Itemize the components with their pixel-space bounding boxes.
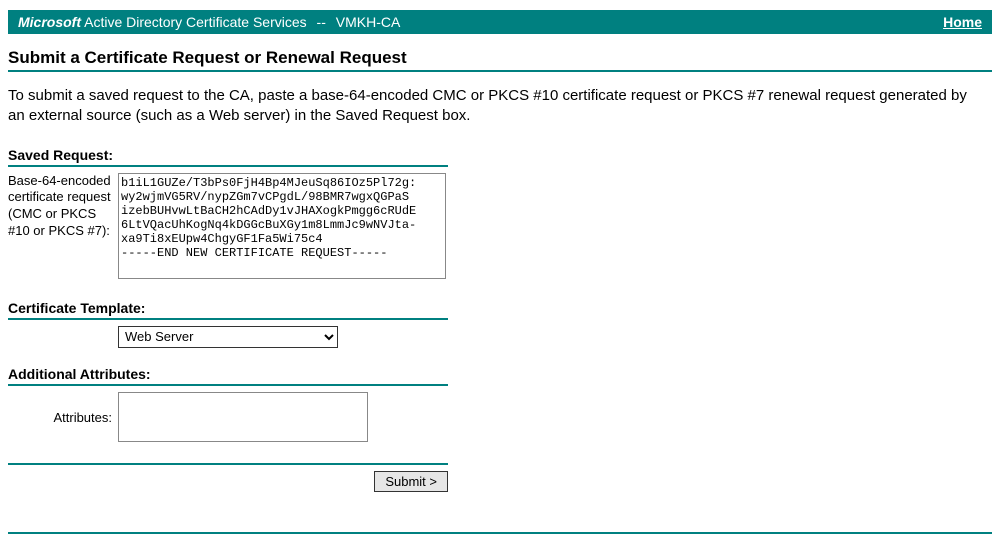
saved-request-textarea[interactable] xyxy=(118,173,446,279)
submit-button[interactable]: Submit > xyxy=(374,471,448,492)
additional-attributes-section: Additional Attributes: Attributes: xyxy=(8,366,448,445)
page-title: Submit a Certificate Request or Renewal … xyxy=(8,48,992,68)
certificate-template-select[interactable]: Web Server xyxy=(118,326,338,348)
header-separator: -- xyxy=(317,14,326,30)
attributes-label: Attributes: xyxy=(8,410,118,427)
certificate-template-section: Certificate Template: Web Server xyxy=(8,300,448,348)
submit-row: Submit > xyxy=(8,463,448,492)
home-link[interactable]: Home xyxy=(943,14,982,30)
saved-request-heading: Saved Request: xyxy=(8,147,448,167)
title-underline xyxy=(8,70,992,72)
brand-text: Microsoft xyxy=(18,14,81,30)
footer-line xyxy=(8,532,992,534)
saved-request-section: Saved Request: Base-64-encoded certifica… xyxy=(8,147,448,282)
saved-request-label: Base-64-encoded certificate request (CMC… xyxy=(8,173,118,241)
header-title: Microsoft Active Directory Certificate S… xyxy=(18,14,400,30)
certificate-template-heading: Certificate Template: xyxy=(8,300,448,320)
header-bar: Microsoft Active Directory Certificate S… xyxy=(8,10,992,34)
attributes-textarea[interactable] xyxy=(118,392,368,442)
additional-attributes-heading: Additional Attributes: xyxy=(8,366,448,386)
instructions-text: To submit a saved request to the CA, pas… xyxy=(8,86,978,127)
ca-name-text: VMKH-CA xyxy=(336,14,401,30)
product-text: Active Directory Certificate Services xyxy=(84,14,307,30)
